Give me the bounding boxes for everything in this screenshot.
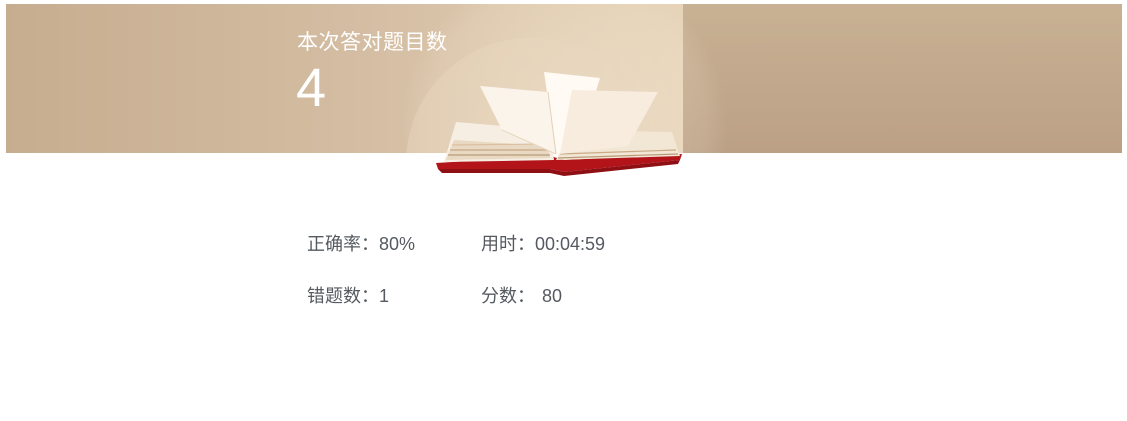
quiz-result-page: 本次答对题目数 4 正确率：80% 用时：00:04:59 错题数：1 分数： … [0,0,1127,421]
wrong-count-label: 错题数： [307,286,379,306]
score-stat: 分数： 80 [481,282,562,308]
accuracy-value: 80% [379,234,416,254]
wrong-count-value: 1 [379,286,390,306]
score-value: 80 [542,286,563,306]
accuracy-label: 正确率： [307,234,379,254]
accuracy-stat: 正确率：80% [307,230,415,256]
correct-count-label: 本次答对题目数 [297,31,448,54]
open-book-icon [436,72,682,176]
time-stat: 用时：00:04:59 [481,230,605,256]
wrong-count-stat: 错题数：1 [307,282,389,308]
time-label: 用时： [481,234,535,254]
result-stats: 正确率：80% 用时：00:04:59 错题数：1 分数： 80 [307,226,807,316]
time-value: 00:04:59 [535,234,606,254]
score-label: 分数： [481,286,535,306]
correct-count-value: 4 [296,58,327,118]
